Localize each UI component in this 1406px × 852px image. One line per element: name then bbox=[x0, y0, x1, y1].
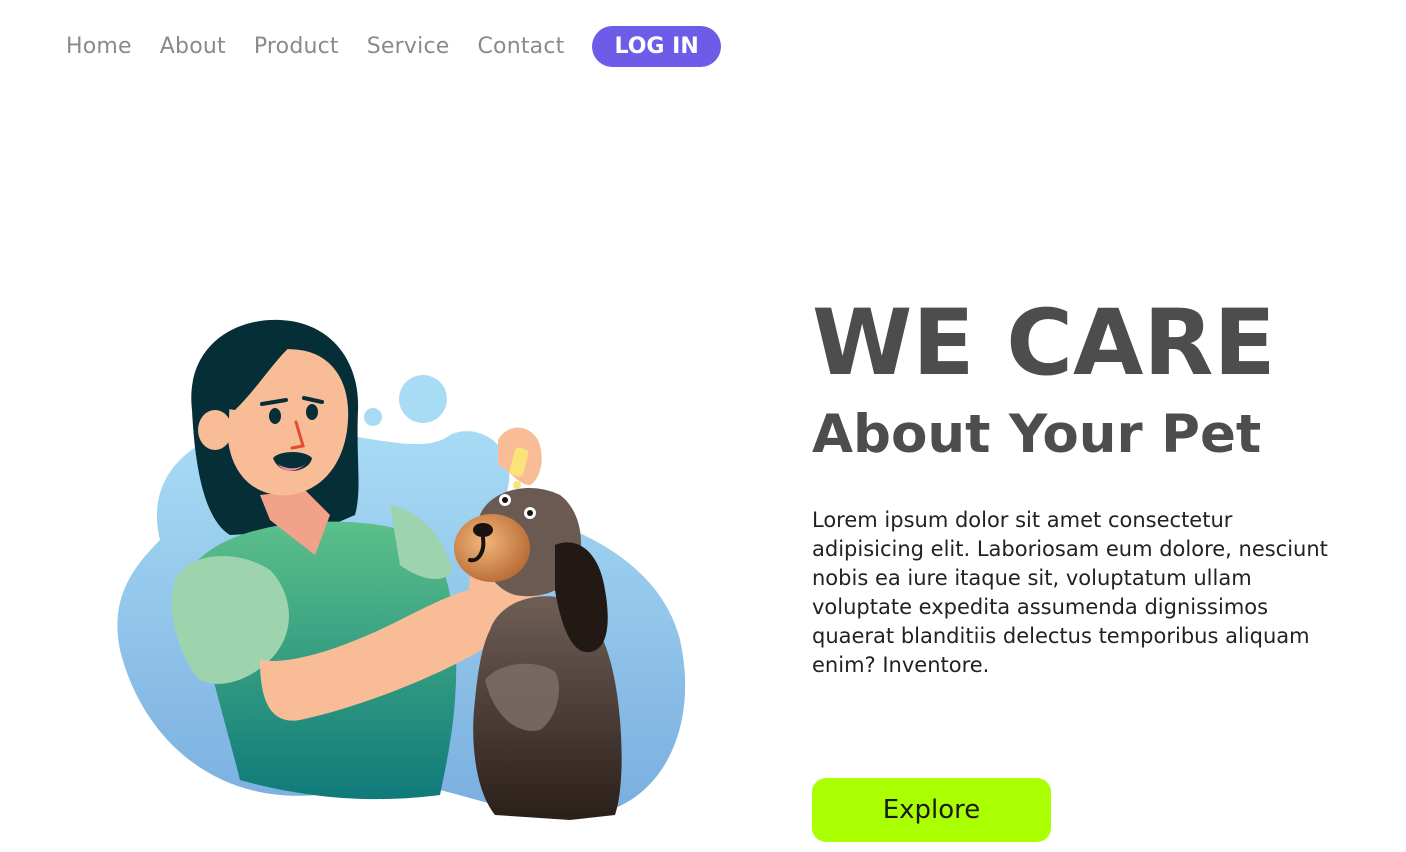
nav-link-contact[interactable]: Contact bbox=[477, 26, 564, 67]
hero-illustration bbox=[100, 300, 700, 840]
dog-pupil-left bbox=[502, 497, 508, 503]
bubble-small bbox=[364, 408, 382, 426]
dog-pupil-right bbox=[527, 510, 533, 516]
nav-link-home[interactable]: Home bbox=[66, 26, 132, 67]
login-button[interactable]: LOG IN bbox=[592, 26, 721, 67]
nav-link-product[interactable]: Product bbox=[254, 26, 339, 67]
hero-section: WE CARE About Your Pet Lorem ipsum dolor… bbox=[812, 292, 1372, 680]
pet-care-illustration bbox=[117, 319, 686, 820]
dog-muzzle bbox=[454, 514, 530, 582]
nav-link-about[interactable]: About bbox=[160, 26, 226, 67]
nav-link-service[interactable]: Service bbox=[367, 26, 450, 67]
hero-title: WE CARE bbox=[812, 291, 1276, 396]
hero-subtitle: About Your Pet bbox=[812, 404, 1262, 465]
dog-nose bbox=[473, 523, 493, 537]
woman-ear bbox=[198, 410, 232, 450]
woman-eye-left bbox=[269, 408, 281, 424]
explore-button[interactable]: Explore bbox=[812, 778, 1051, 842]
hero-description: Lorem ipsum dolor sit amet consectetur a… bbox=[812, 508, 1328, 677]
landing-page: Home About Product Service Contact LOG I… bbox=[0, 0, 1406, 852]
drop bbox=[513, 481, 521, 489]
main-nav: Home About Product Service Contact LOG I… bbox=[66, 26, 721, 67]
bubble-large bbox=[399, 375, 447, 423]
woman-eye-right bbox=[306, 404, 318, 420]
